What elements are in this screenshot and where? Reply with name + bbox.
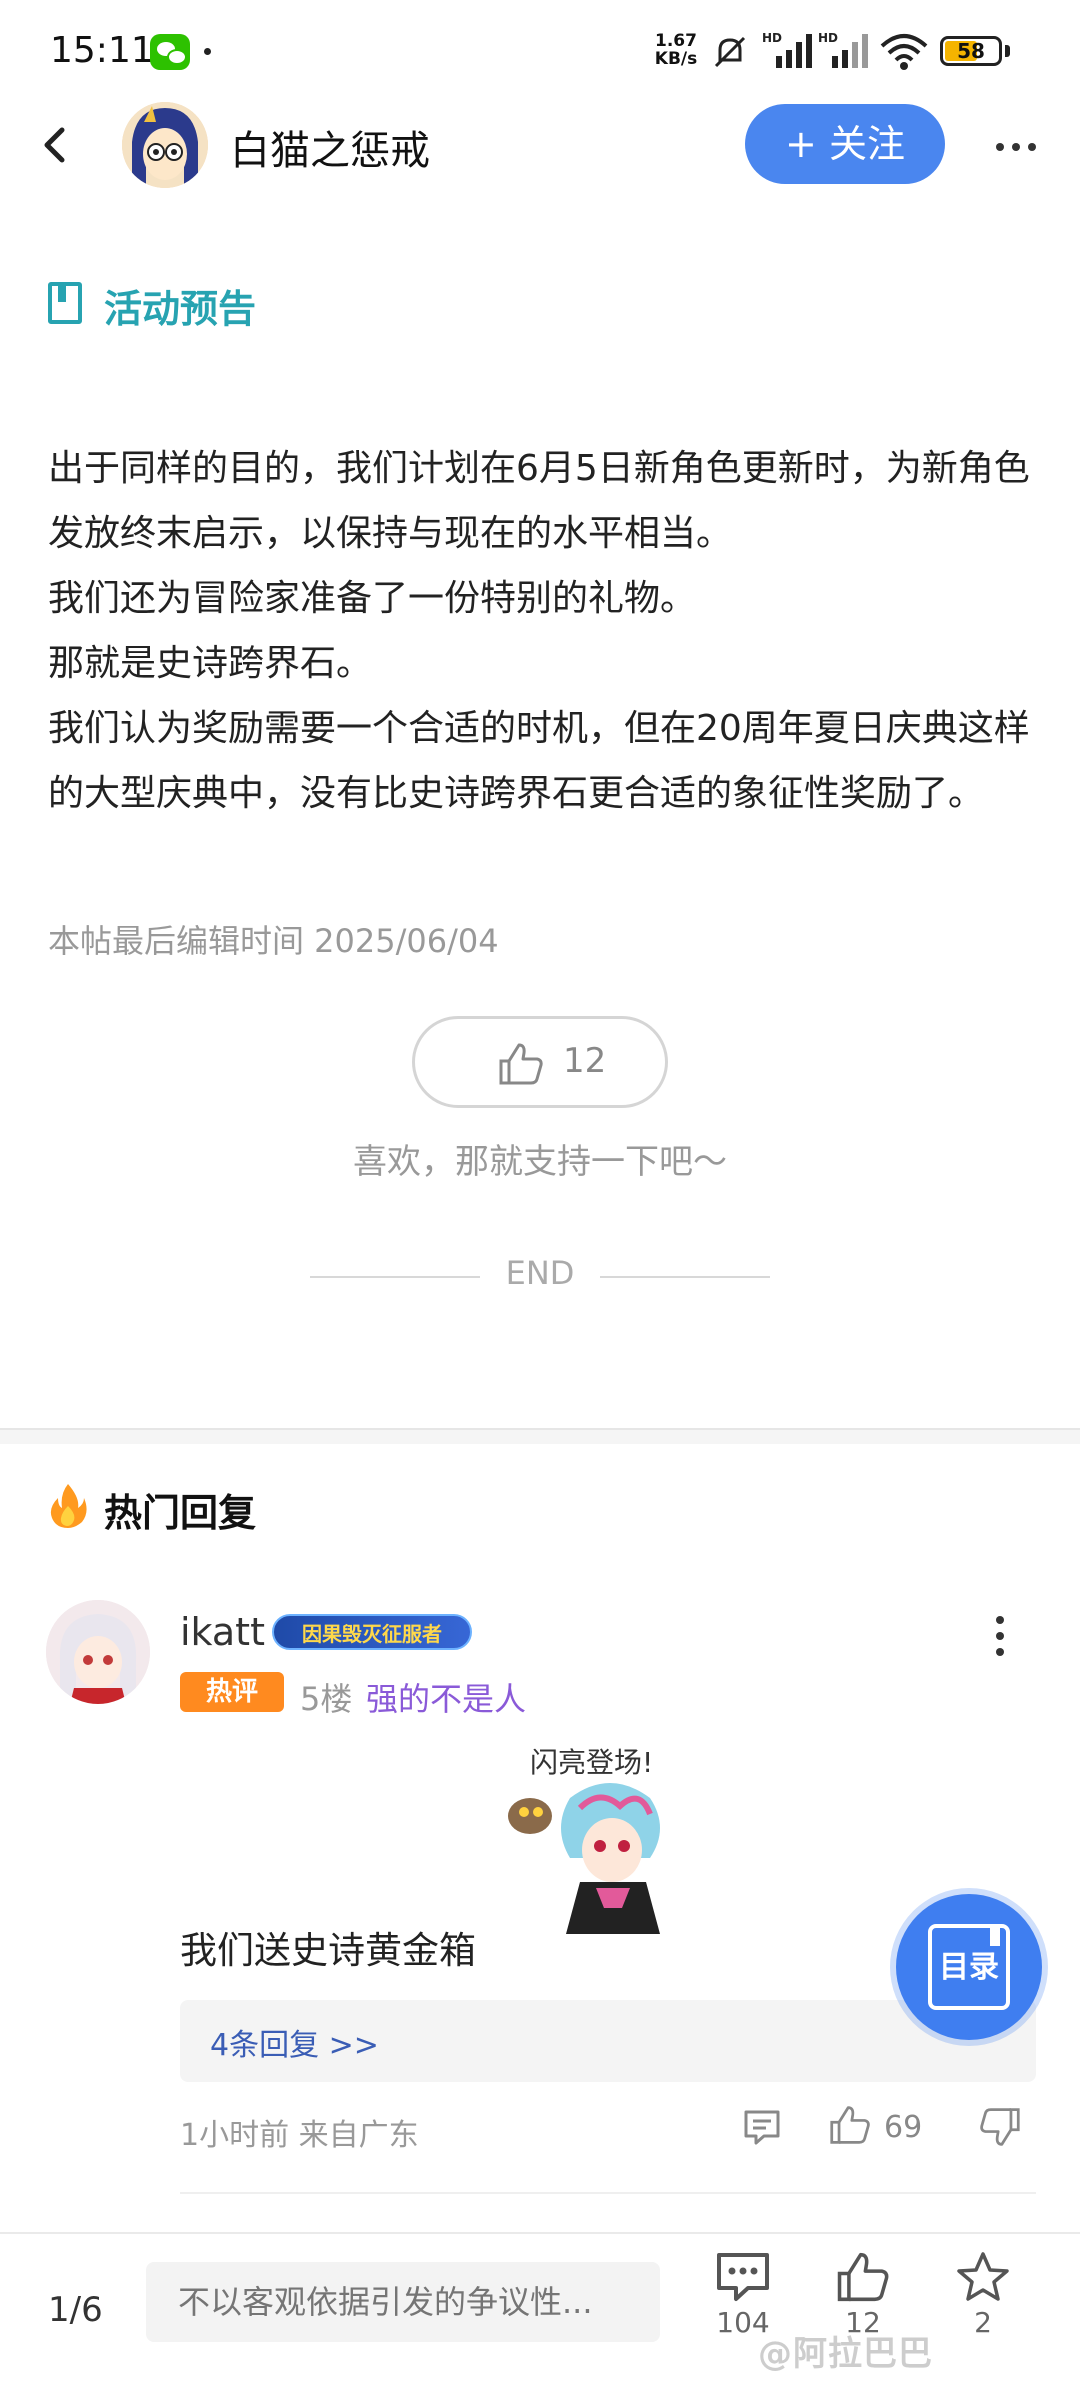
support-prompt: 喜欢，那就支持一下吧～ bbox=[353, 1142, 727, 1182]
commenter-username[interactable]: ikatt bbox=[180, 1610, 265, 1654]
signal-icon-1: HD bbox=[762, 31, 812, 68]
star-icon bbox=[957, 2252, 1009, 2301]
comment-bubble-icon bbox=[717, 2253, 769, 2301]
fire-icon bbox=[50, 1484, 87, 1528]
commenter-avatar-image bbox=[46, 1600, 150, 1704]
sticker-caption: 闪亮登场! bbox=[530, 1746, 653, 1779]
favorite-button[interactable]: 2 bbox=[938, 2250, 1028, 2339]
section-title: 活动预告 bbox=[104, 287, 257, 331]
catalog-button[interactable]: 目录 bbox=[896, 1894, 1042, 2040]
post-header: 白猫之惩戒 + 关注 bbox=[0, 100, 1080, 190]
thumbs-down-icon[interactable] bbox=[978, 2106, 1022, 2148]
comment-item: ikatt 因果毁灭征服者 热评 5楼 强的不是人 闪亮登场! 我们送史诗黄金箱… bbox=[0, 1600, 1080, 2200]
signal-icon-2: HD bbox=[818, 31, 868, 68]
svg-text:HD: HD bbox=[818, 31, 838, 45]
comment-meta: 1小时前 来自广东 bbox=[180, 2118, 419, 2153]
battery-indicator: 58 bbox=[940, 36, 1002, 66]
status-time: 15:11 bbox=[50, 30, 154, 71]
author-avatar[interactable] bbox=[122, 102, 208, 188]
comment-like-count: 69 bbox=[884, 2110, 923, 2145]
floor-tag: 强的不是人 bbox=[366, 1680, 527, 1718]
status-bar: 15:11 1.67 KB/s HD HD 58 bbox=[0, 0, 1080, 100]
article-paragraph: 我们还为冒险家准备了一份特别的礼物。 bbox=[48, 578, 697, 619]
floor-number: 5楼 bbox=[300, 1680, 353, 1718]
battery-level: 58 bbox=[957, 39, 985, 63]
article-paragraph: 我们认为奖励需要一个合适的时机，但在20周年夏日庆典这样的大型庆典中，没有比史诗… bbox=[48, 708, 1030, 814]
comment-input[interactable] bbox=[146, 2262, 660, 2342]
article-paragraph: 那就是史诗跨界石。 bbox=[48, 643, 373, 684]
end-divider-right bbox=[600, 1276, 770, 1278]
comment-thumbs-up-icon[interactable] bbox=[828, 2104, 872, 2146]
catalog-label: 目录 bbox=[939, 1950, 999, 1985]
hot-comment-tag: 热评 bbox=[180, 1672, 284, 1712]
bookmark-icon bbox=[48, 282, 82, 324]
more-options-icon[interactable] bbox=[996, 136, 1044, 155]
mute-bell-icon bbox=[714, 36, 746, 68]
commenter-avatar[interactable] bbox=[46, 1600, 150, 1704]
follow-button[interactable]: + 关注 bbox=[745, 104, 945, 184]
svg-text:HD: HD bbox=[762, 31, 782, 45]
back-arrow-icon[interactable] bbox=[32, 120, 82, 170]
view-replies-link[interactable]: 4条回复 >> bbox=[210, 2020, 379, 2064]
post-like-count: 12 bbox=[563, 1041, 607, 1081]
comment-separator bbox=[180, 2192, 1036, 2194]
article-body: 出于同样的目的，我们计划在6月5日新角色更新时，为新角色发放终末启示，以保持与现… bbox=[48, 436, 1038, 826]
thumbs-up-icon bbox=[499, 1043, 543, 1085]
end-label: END bbox=[505, 1254, 575, 1292]
commenter-title-badge: 因果毁灭征服者 bbox=[272, 1614, 472, 1650]
author-avatar-image bbox=[122, 102, 208, 188]
network-speed: 1.67 KB/s bbox=[648, 32, 704, 68]
reply-icon[interactable] bbox=[742, 2108, 782, 2146]
section-divider bbox=[0, 1428, 1080, 1444]
wechat-notification-icon bbox=[150, 34, 190, 70]
battery-cap bbox=[1005, 45, 1010, 57]
comment-more-icon[interactable] bbox=[996, 1616, 1008, 1664]
watermark: @阿拉巴巴 bbox=[758, 2334, 933, 2374]
post-like-button[interactable]: 12 bbox=[412, 1016, 668, 1108]
more-notifications-dot bbox=[204, 48, 211, 55]
author-name[interactable]: 白猫之惩戒 bbox=[230, 118, 430, 176]
net-speed-unit: KB/s bbox=[654, 49, 698, 69]
page-indicator[interactable]: 1/6 bbox=[48, 2290, 103, 2330]
catalog-book-icon: 目录 bbox=[928, 1924, 1010, 2010]
bottom-thumbs-up-icon bbox=[837, 2252, 889, 2302]
article-paragraph: 出于同样的目的，我们计划在6月5日新角色更新时，为新角色发放终末启示，以保持与现… bbox=[48, 448, 1030, 554]
bottom-action-bar: 1/6 104 12 2 @阿拉巴巴 bbox=[0, 2232, 1080, 2400]
comment-sticker: 闪亮登场! bbox=[500, 1738, 720, 1958]
sticker-image: 闪亮登场! bbox=[508, 1746, 660, 1934]
star-count: 2 bbox=[974, 2306, 992, 2339]
net-speed-value: 1.67 bbox=[655, 31, 697, 51]
edit-time: 本帖最后编辑时间 2025/06/04 bbox=[48, 922, 499, 960]
replies-box[interactable]: 4条回复 >> bbox=[180, 2000, 1036, 2082]
comment-text: 我们送史诗黄金箱 bbox=[180, 1929, 476, 1972]
hot-replies-title: 热门回复 bbox=[104, 1491, 257, 1535]
wifi-icon bbox=[880, 34, 928, 70]
